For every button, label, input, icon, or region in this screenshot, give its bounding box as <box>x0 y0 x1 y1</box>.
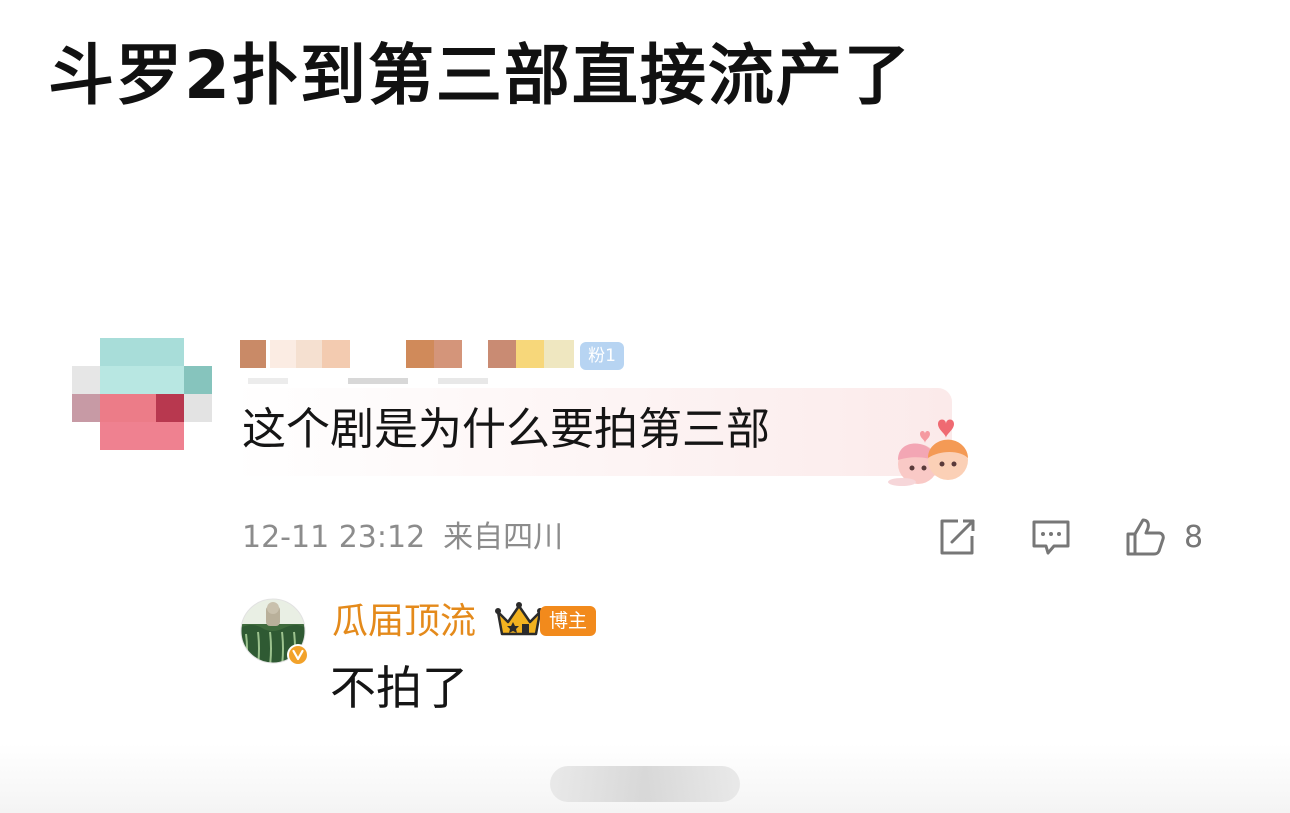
comment-location: 来自四川 <box>443 520 564 555</box>
commenter-username-blurred[interactable] <box>240 340 580 368</box>
commenter-username-underline <box>248 378 488 384</box>
couple-hearts-sticker-icon <box>888 419 968 486</box>
replier-avatar[interactable] <box>240 598 310 668</box>
comment-meta: 12-11 23:12 来自四川 <box>242 518 563 558</box>
reply-text: 不拍了 <box>330 661 468 715</box>
verified-v-icon <box>289 646 307 664</box>
fan-level-badge: 粉1 <box>580 342 624 370</box>
like-count: 8 <box>1184 520 1204 555</box>
screenshot-canvas: 斗罗2扑到第三部直接流产了 粉1 这个剧是为什么要拍第三部 12-11 23:1… <box>0 0 1290 813</box>
thumbs-up-icon[interactable] <box>1124 516 1166 558</box>
blurred-watermark <box>550 766 740 802</box>
share-icon[interactable] <box>936 516 978 558</box>
comment-timestamp: 12-11 23:12 <box>242 520 426 555</box>
blogger-badge: 博主 <box>540 606 596 636</box>
comment-text: 这个剧是为什么要拍第三部 <box>242 404 770 455</box>
post-title: 斗罗2扑到第三部直接流产了 <box>48 37 912 114</box>
commenter-avatar-blurred[interactable] <box>72 338 212 450</box>
crown-icon <box>495 602 543 636</box>
replier-username[interactable]: 瓜届顶流 <box>332 598 476 646</box>
comment-icon[interactable] <box>1030 516 1072 558</box>
